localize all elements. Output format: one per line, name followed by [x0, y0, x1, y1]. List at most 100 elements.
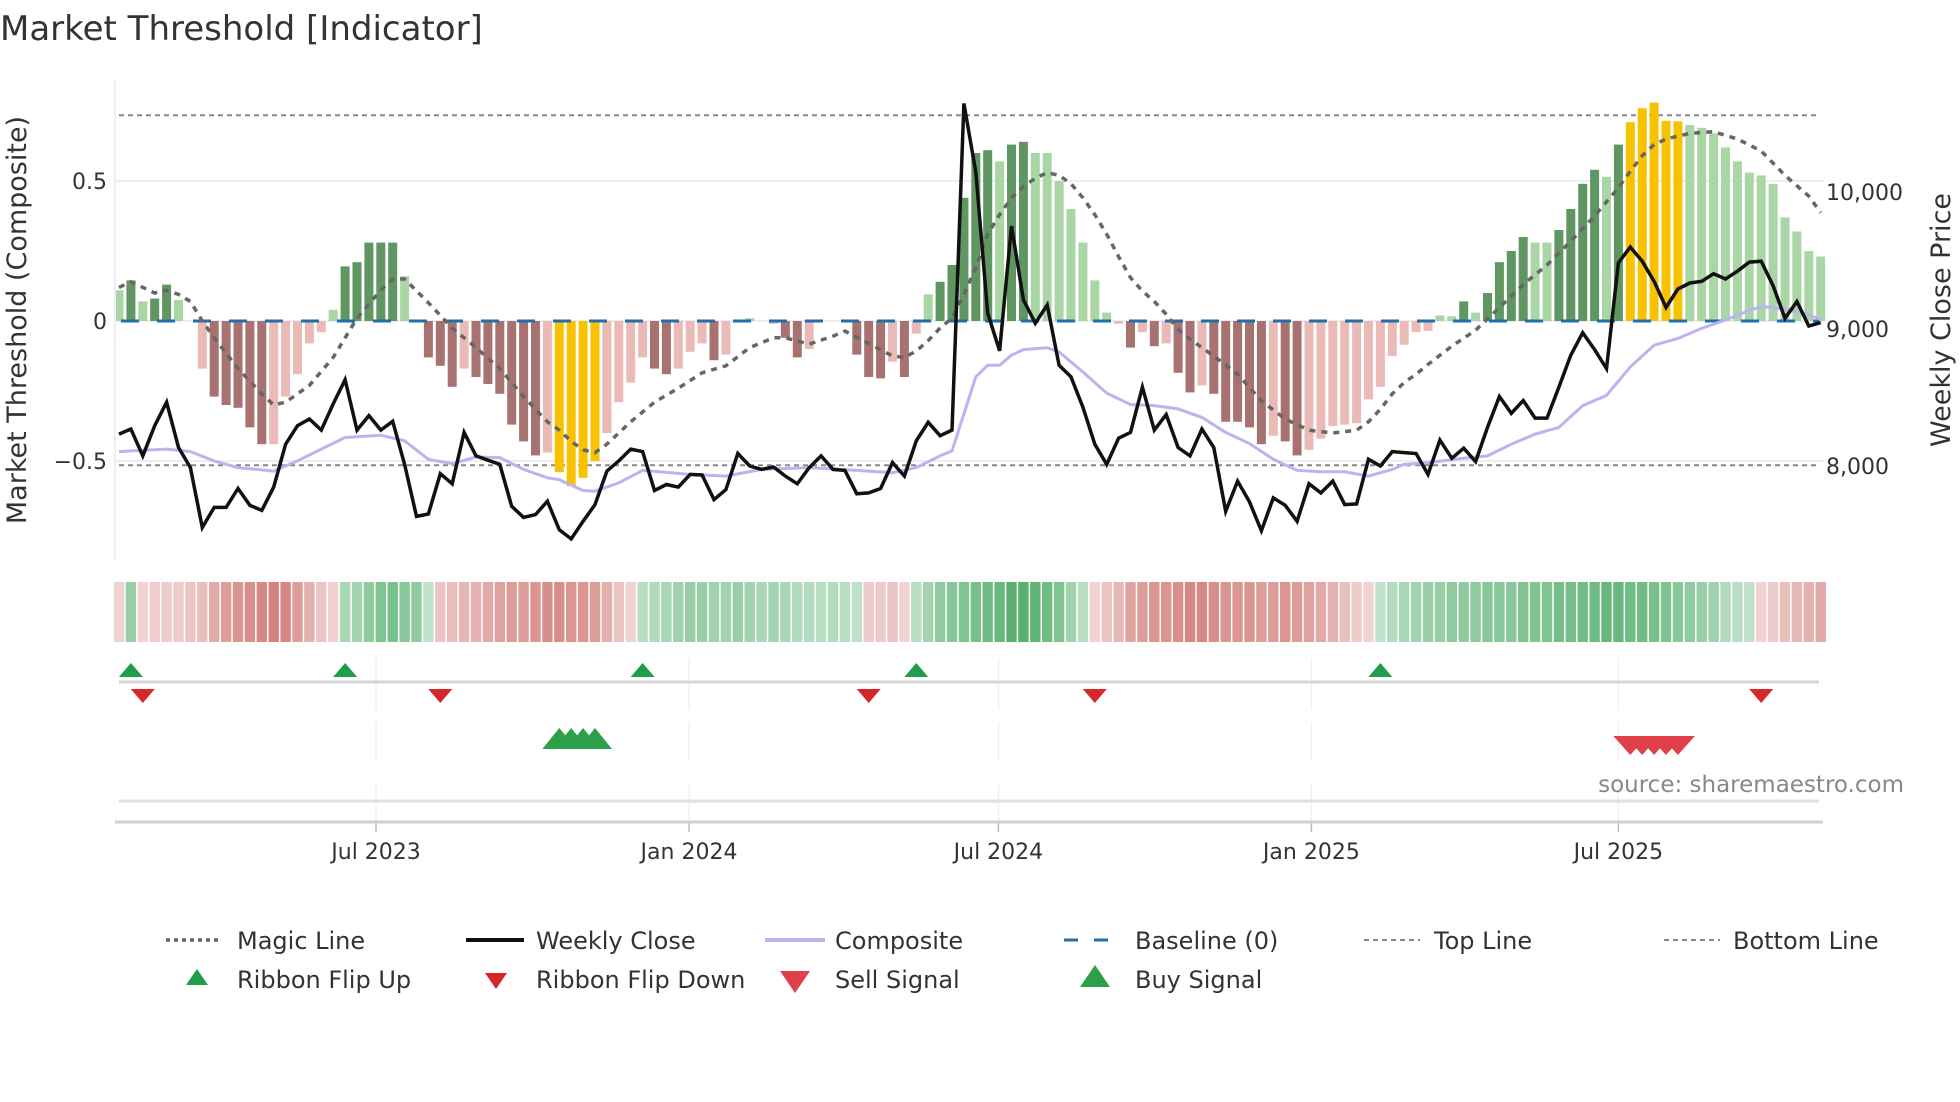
- composite-bar: [495, 321, 505, 394]
- ribbon-cell: [827, 582, 839, 642]
- composite-bar: [638, 321, 648, 358]
- composite-bar: [590, 321, 600, 461]
- ribbon-cell: [1291, 582, 1303, 642]
- ribbon-cell: [613, 582, 624, 642]
- legend-item-buy-signal[interactable]: Buy Signal: [1080, 965, 1262, 994]
- ribbon-cell: [673, 582, 684, 642]
- ribbon-cell: [1518, 582, 1529, 642]
- legend-label: Weekly Close: [536, 927, 696, 955]
- ribbon-flip-down-marker: [1082, 689, 1107, 703]
- ribbon-cell: [1125, 582, 1136, 642]
- ribbon-cell: [1684, 582, 1695, 642]
- ribbon-cell: [1077, 582, 1089, 642]
- composite-bar: [1637, 108, 1647, 321]
- composite-bar: [1411, 321, 1421, 333]
- ribbon-cell: [1506, 582, 1517, 642]
- legend-item-baseline[interactable]: Baseline (0): [1064, 927, 1278, 955]
- ribbon-cell: [1161, 582, 1172, 642]
- composite-bar: [507, 321, 517, 425]
- legend-item-top-line[interactable]: Top Line: [1364, 927, 1532, 955]
- ribbon-cell: [149, 582, 160, 642]
- composite-bar: [1756, 175, 1766, 321]
- ribbon-cell: [304, 582, 315, 642]
- composite-bar: [281, 321, 291, 397]
- ribbon-flip-up-marker: [1368, 663, 1393, 677]
- ribbon-cell: [994, 582, 1005, 642]
- composite-bar: [340, 266, 350, 321]
- ribbon-cell: [1339, 582, 1350, 642]
- composite-bar: [1578, 183, 1588, 321]
- ribbon-cell: [1601, 582, 1612, 642]
- legend-label: Ribbon Flip Down: [536, 966, 745, 994]
- legend-item-sell-signal[interactable]: Sell Signal: [780, 966, 960, 994]
- ribbon-cell: [292, 582, 303, 642]
- legend-label: Buy Signal: [1135, 966, 1262, 994]
- chart-title: Market Threshold [Indicator]: [0, 9, 483, 49]
- ribbon-flip-down-marker: [1749, 689, 1774, 703]
- composite-bar: [150, 298, 160, 321]
- ribbon-cell: [934, 582, 946, 642]
- composite-bar: [1661, 120, 1671, 321]
- ribbon-cell: [1327, 582, 1338, 642]
- ribbon-cell: [482, 582, 494, 642]
- composite-bar: [1768, 183, 1778, 321]
- composite-bar: [269, 321, 279, 445]
- legend-label: Magic Line: [237, 927, 365, 955]
- legend-item-weekly-close[interactable]: Weekly Close: [466, 927, 696, 955]
- composite-bar: [578, 321, 588, 478]
- ribbon: [113, 582, 1826, 642]
- ribbon-cell: [1387, 582, 1398, 642]
- ribbon-flip-up-marker: [333, 663, 358, 677]
- composite-bar: [1709, 133, 1719, 321]
- y-left-tick-label: 0: [93, 310, 107, 335]
- composite-bar: [138, 301, 148, 321]
- ribbon-cell: [1482, 582, 1493, 642]
- ribbon-cell: [1803, 582, 1814, 642]
- composite-bar: [697, 321, 707, 344]
- ribbon-cell: [911, 582, 922, 642]
- legend-item-ribbon-flip-up[interactable]: Ribbon Flip Up: [186, 966, 411, 994]
- ribbon-cell: [1149, 582, 1160, 642]
- ribbon-cell: [1137, 582, 1148, 642]
- composite-bar: [1399, 321, 1409, 345]
- ribbon-flip-down-marker: [130, 689, 155, 703]
- ribbon-cell: [958, 582, 970, 642]
- ribbon-cell: [173, 582, 184, 642]
- ribbon-cell: [530, 582, 541, 642]
- composite-bar: [1126, 321, 1135, 348]
- legend-item-magic-line[interactable]: Magic Line: [166, 927, 365, 955]
- composite-bar: [304, 321, 314, 344]
- composite-bar: [614, 321, 624, 403]
- ribbon-cell: [411, 582, 422, 642]
- ribbon-cell: [161, 582, 172, 642]
- composite-bar: [1816, 256, 1826, 321]
- composite-bar: [1685, 125, 1695, 321]
- ribbon-cell: [815, 582, 827, 642]
- legend-item-ribbon-flip-down[interactable]: Ribbon Flip Down: [485, 966, 745, 994]
- composite-bar: [1316, 321, 1326, 439]
- composite-bar: [233, 321, 243, 408]
- composite-bar: [257, 321, 267, 445]
- legend-label: Composite: [835, 927, 963, 955]
- ribbon-cell: [1672, 582, 1684, 642]
- y-axis-left-title: Market Threshold (Composite): [2, 116, 33, 524]
- ribbon-cell: [792, 582, 803, 642]
- composite-bar: [435, 321, 445, 366]
- ribbon-cell: [875, 582, 886, 642]
- composite-bar: [1732, 161, 1742, 321]
- ribbon-cell: [1018, 582, 1029, 642]
- x-tick-label: Jul 2025: [1572, 840, 1664, 865]
- ribbon-cell: [1648, 582, 1660, 642]
- composite-bar: [245, 321, 255, 428]
- y-left-tick-label: −0.5: [54, 450, 107, 475]
- legend-item-bottom-line[interactable]: Bottom Line: [1664, 927, 1879, 955]
- ribbon-cell: [1494, 582, 1505, 642]
- ribbon-cell: [542, 582, 553, 642]
- legend-item-composite[interactable]: Composite: [765, 927, 963, 955]
- composite-bar: [1340, 321, 1350, 425]
- ribbon-cell: [780, 582, 791, 642]
- ribbon-cell: [589, 582, 601, 642]
- ribbon-cell: [1565, 582, 1576, 642]
- composite-bar: [1328, 321, 1338, 426]
- composite-bar: [293, 321, 302, 375]
